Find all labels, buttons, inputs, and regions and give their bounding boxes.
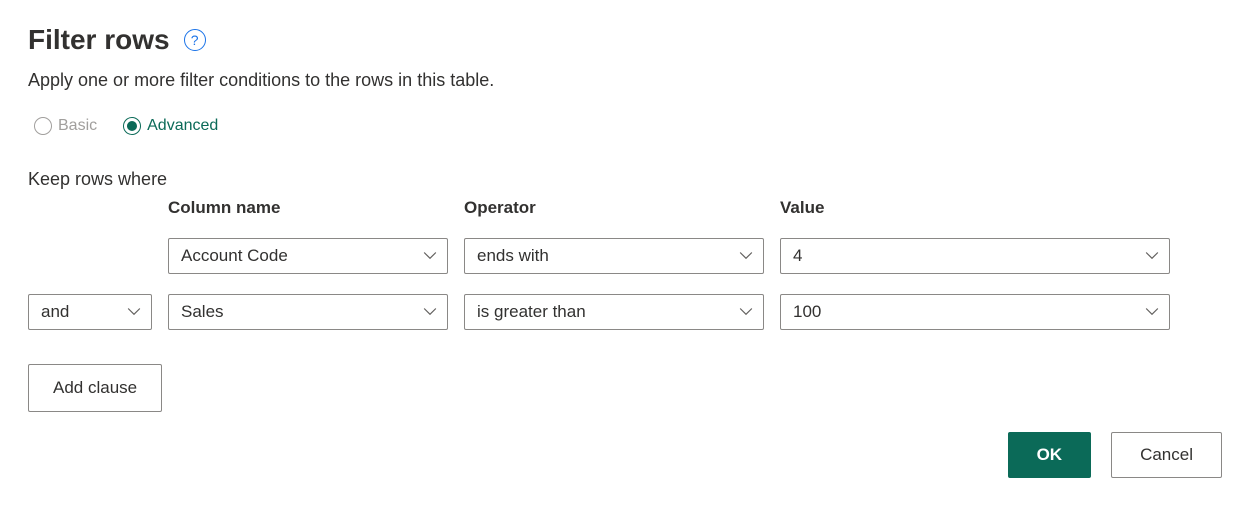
operator-select-1-value: is greater than xyxy=(477,302,586,322)
radio-advanced[interactable]: Advanced xyxy=(123,117,218,135)
column-select-0-value: Account Code xyxy=(181,246,288,266)
logic-select-1-value: and xyxy=(41,302,69,322)
column-select-0[interactable]: Account Code xyxy=(168,238,448,274)
chevron-down-icon xyxy=(423,249,437,263)
dialog-footer: OK Cancel xyxy=(1008,432,1222,478)
radio-basic[interactable]: Basic xyxy=(34,117,97,135)
operator-select-1[interactable]: is greater than xyxy=(464,294,764,330)
chevron-down-icon xyxy=(739,305,753,319)
value-header: Value xyxy=(780,198,1170,218)
operator-select-0-value: ends with xyxy=(477,246,549,266)
value-select-0-value: 4 xyxy=(793,246,802,266)
radio-unselected-icon xyxy=(34,117,52,135)
column-name-header: Column name xyxy=(168,198,448,218)
grid-spacer xyxy=(28,208,152,209)
chevron-down-icon xyxy=(423,305,437,319)
help-icon[interactable]: ? xyxy=(184,29,206,51)
logic-select-1[interactable]: and xyxy=(28,294,152,330)
chevron-down-icon xyxy=(739,249,753,263)
page-subtitle: Apply one or more filter conditions to t… xyxy=(28,70,1222,91)
filter-grid: Column name Operator Value Account Code … xyxy=(28,198,1222,330)
radio-basic-label: Basic xyxy=(58,117,97,135)
ok-button[interactable]: OK xyxy=(1008,432,1092,478)
value-select-1-value: 100 xyxy=(793,302,821,322)
chevron-down-icon xyxy=(127,305,141,319)
radio-advanced-label: Advanced xyxy=(147,117,218,135)
chevron-down-icon xyxy=(1145,249,1159,263)
column-select-1-value: Sales xyxy=(181,302,224,322)
radio-selected-icon xyxy=(123,117,141,135)
page-title: Filter rows xyxy=(28,24,170,56)
keep-rows-label: Keep rows where xyxy=(28,169,1222,190)
grid-spacer xyxy=(28,256,152,257)
add-clause-button[interactable]: Add clause xyxy=(28,364,162,412)
value-select-0[interactable]: 4 xyxy=(780,238,1170,274)
operator-select-0[interactable]: ends with xyxy=(464,238,764,274)
value-select-1[interactable]: 100 xyxy=(780,294,1170,330)
cancel-button[interactable]: Cancel xyxy=(1111,432,1222,478)
operator-header: Operator xyxy=(464,198,764,218)
chevron-down-icon xyxy=(1145,305,1159,319)
column-select-1[interactable]: Sales xyxy=(168,294,448,330)
mode-radio-group: Basic Advanced xyxy=(34,117,1222,135)
